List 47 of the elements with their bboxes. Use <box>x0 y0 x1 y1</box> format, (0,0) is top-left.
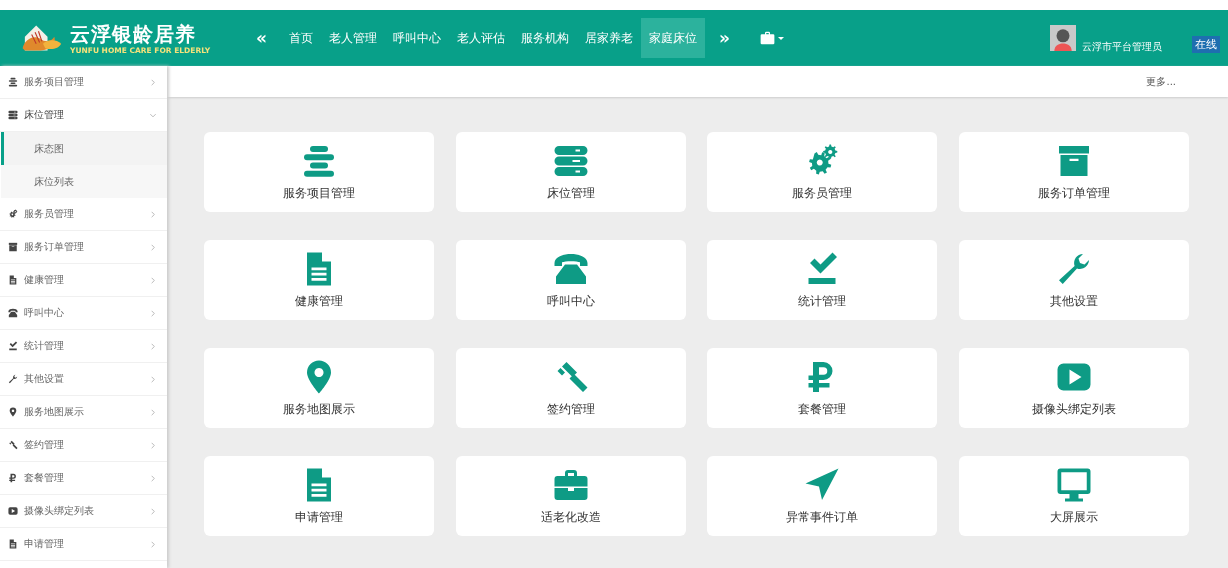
nav-tab[interactable]: 老人管理 <box>321 18 385 58</box>
sidebar-subitem[interactable]: 床位列表 <box>1 165 167 198</box>
nav-next-link[interactable]: » <box>705 18 744 58</box>
document-icon <box>8 275 18 285</box>
gears-icon <box>8 209 18 219</box>
logo-title: 云浮银龄居养 <box>70 21 197 46</box>
module-tile[interactable]: 健康管理 <box>204 240 434 320</box>
nav-tab[interactable]: 居家养老 <box>577 18 641 58</box>
play-icon <box>8 506 18 516</box>
module-tile[interactable]: 服务订单管理 <box>958 132 1189 212</box>
nav-tab[interactable]: 呼叫中心 <box>385 18 449 58</box>
module-tile[interactable]: 申请管理 <box>204 456 434 536</box>
sidebar-subitem[interactable]: 床态图 <box>1 132 167 165</box>
module-tile[interactable]: 服务项目管理 <box>204 132 434 212</box>
module-tile[interactable]: 床位管理 <box>455 132 686 212</box>
archive-icon <box>8 242 18 252</box>
nav-previous-link[interactable]: « <box>242 18 281 58</box>
module-tile[interactable]: 统计管理 <box>707 240 937 320</box>
module-tile[interactable]: 其他设置 <box>958 240 1189 320</box>
more-link[interactable]: 更多... <box>1146 74 1176 89</box>
nav-tab[interactable]: 首页 <box>281 18 321 58</box>
map-marker-icon <box>8 407 18 417</box>
avatar-icon <box>1050 25 1076 51</box>
module-tile[interactable]: 套餐管理 <box>707 348 937 428</box>
module-tile[interactable]: 异常事件订单 <box>707 456 937 536</box>
module-tile[interactable]: 呼叫中心 <box>455 240 686 320</box>
module-tile[interactable]: 服务地图展示 <box>204 348 434 428</box>
nav-tab[interactable]: 老人评估 <box>449 18 513 58</box>
ruble-icon <box>8 473 18 483</box>
document-icon <box>8 539 18 549</box>
briefcase-icon <box>759 31 775 45</box>
online-status-badge: 在线 <box>1192 35 1220 53</box>
telephone-icon <box>8 308 18 318</box>
server-icon <box>8 110 18 120</box>
module-tile[interactable]: 签约管理 <box>455 348 686 428</box>
module-tile[interactable]: 摄像头绑定列表 <box>958 348 1189 428</box>
module-tile[interactable]: 服务员管理 <box>707 132 937 212</box>
bars-icon <box>8 77 18 87</box>
nav-tab[interactable]: 服务机构 <box>513 18 577 58</box>
module-tile[interactable]: 大屏展示 <box>958 456 1189 536</box>
gavel-icon <box>8 440 18 450</box>
wrench-icon <box>8 374 18 384</box>
user-name: 云浮市平台管理员 <box>1082 40 1162 54</box>
caret-icon <box>777 36 784 40</box>
monitor-icon <box>1055 466 1092 503</box>
checkmark-icon <box>8 341 18 351</box>
module-tile[interactable]: 适老化改造 <box>455 456 686 536</box>
